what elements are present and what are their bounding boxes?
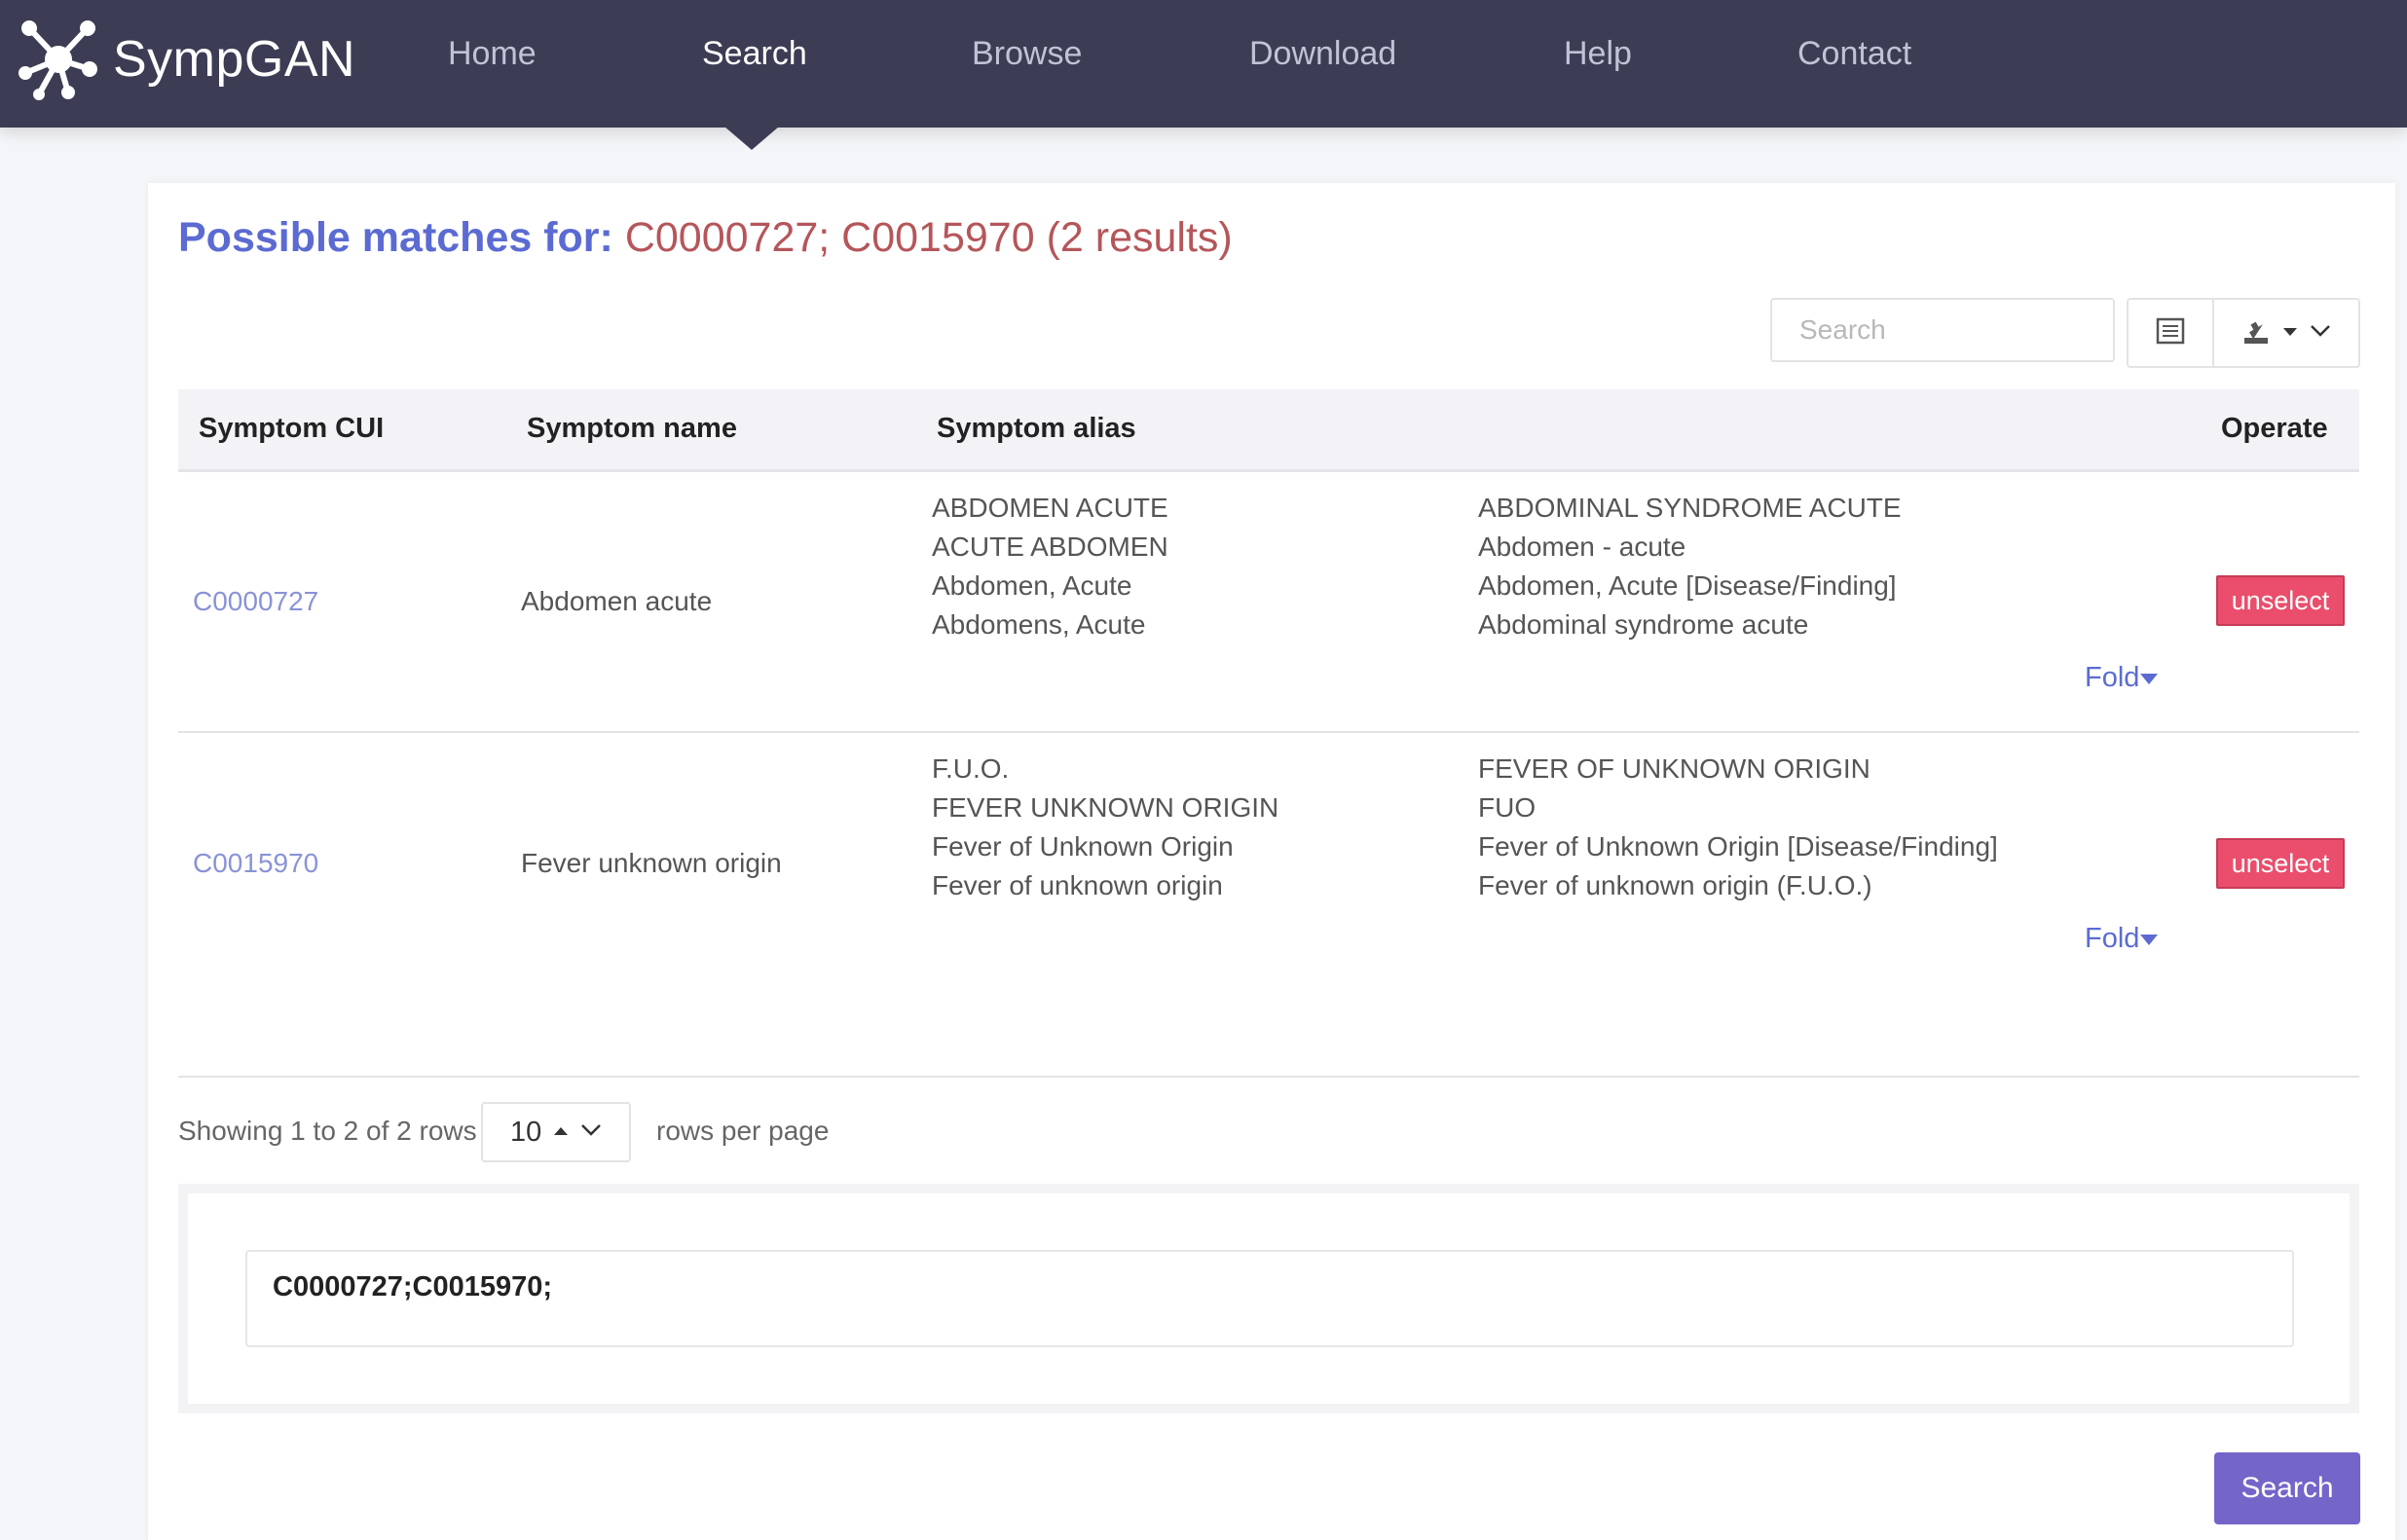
fold-toggle[interactable]: Fold bbox=[2085, 923, 2159, 955]
nav-download[interactable]: Download bbox=[1249, 35, 1396, 73]
table-bottom-divider bbox=[178, 1076, 2359, 1078]
caret-down-icon bbox=[2282, 324, 2298, 342]
fold-label: Fold bbox=[2085, 662, 2140, 693]
alias-item: ABDOMINAL SYNDROME ACUTE bbox=[1478, 493, 1902, 523]
alias-column-2: ABDOMINAL SYNDROME ACUTE Abdomen - acute… bbox=[1478, 489, 1902, 644]
alias-item: FUO bbox=[1478, 792, 1537, 823]
alias-column-1: F.U.O. FEVER UNKNOWN ORIGIN Fever of Unk… bbox=[932, 750, 1278, 905]
search-button[interactable]: Search bbox=[2214, 1452, 2360, 1524]
brand[interactable]: SympGAN bbox=[16, 16, 355, 103]
alias-item: Abdomen - acute bbox=[1478, 532, 1686, 562]
download-export-icon bbox=[2241, 316, 2271, 350]
alias-column-1: ABDOMEN ACUTE ACUTE ABDOMEN Abdomen, Acu… bbox=[932, 489, 1168, 644]
alias-item: ACUTE ABDOMEN bbox=[932, 532, 1168, 562]
fold-toggle[interactable]: Fold bbox=[2085, 662, 2159, 694]
alias-item: FEVER OF UNKNOWN ORIGIN bbox=[1478, 753, 1870, 784]
page-size-select[interactable]: 10 bbox=[481, 1102, 631, 1162]
title-query: C0000727; C0015970 (2 results) bbox=[624, 214, 1233, 261]
active-nav-indicator bbox=[724, 127, 779, 150]
alias-item: Fever of unknown origin (F.U.O.) bbox=[1478, 870, 1872, 900]
symptom-cui-link[interactable]: C0015970 bbox=[193, 848, 318, 879]
query-input[interactable]: C0000727;C0015970; bbox=[245, 1250, 2294, 1347]
list-view-icon bbox=[2156, 316, 2185, 350]
nav-search[interactable]: Search bbox=[702, 35, 807, 73]
toggle-view-button[interactable] bbox=[2129, 300, 2214, 366]
unselect-button[interactable]: unselect bbox=[2216, 575, 2345, 626]
nav-help[interactable]: Help bbox=[1564, 35, 1632, 73]
symptom-name: Abdomen acute bbox=[521, 586, 713, 616]
table-header: Symptom CUI Symptom name Symptom alias O… bbox=[178, 389, 2359, 472]
rows-per-page-label: rows per page bbox=[656, 1116, 830, 1146]
chevron-down-icon bbox=[580, 1123, 602, 1142]
pagination-summary: Showing 1 to 2 of 2 rows bbox=[178, 1116, 477, 1146]
header-symptom-cui[interactable]: Symptom CUI bbox=[199, 413, 384, 445]
table-search-input[interactable] bbox=[1770, 298, 2115, 362]
table-toolbar-buttons bbox=[2127, 298, 2360, 368]
fold-label: Fold bbox=[2085, 923, 2140, 954]
alias-item: Abdomen, Acute [Disease/Finding] bbox=[1478, 570, 1897, 601]
alias-item: Fever of Unknown Origin bbox=[932, 831, 1234, 862]
page-title: Possible matches for: C0000727; C0015970… bbox=[178, 214, 1233, 262]
export-dropdown-button[interactable] bbox=[2214, 300, 2358, 366]
alias-item: F.U.O. bbox=[932, 753, 1010, 784]
alias-item: ABDOMEN ACUTE bbox=[932, 493, 1168, 523]
nav-contact[interactable]: Contact bbox=[1797, 35, 1911, 73]
alias-item: Fever of unknown origin bbox=[932, 870, 1223, 900]
molecule-network-icon bbox=[16, 15, 101, 105]
caret-down-icon bbox=[2140, 673, 2159, 684]
brand-name: SympGAN bbox=[113, 31, 356, 88]
nav-home[interactable]: Home bbox=[448, 35, 537, 73]
header-operate: Operate bbox=[2221, 413, 2328, 444]
page-size-value: 10 bbox=[510, 1116, 542, 1148]
symptom-name: Fever unknown origin bbox=[521, 848, 782, 878]
top-navbar: SympGAN Home Search Browse Download Help… bbox=[0, 0, 2407, 128]
alias-item: Abdomen, Acute bbox=[932, 570, 1132, 601]
alias-item: Abdomens, Acute bbox=[932, 609, 1146, 640]
chevron-down-icon bbox=[2310, 324, 2331, 343]
row-divider bbox=[178, 731, 2359, 733]
nav-browse[interactable]: Browse bbox=[972, 35, 1082, 73]
alias-item: Fever of Unknown Origin [Disease/Finding… bbox=[1478, 831, 1998, 862]
header-symptom-alias[interactable]: Symptom alias bbox=[937, 413, 1136, 445]
alias-item: Abdominal syndrome acute bbox=[1478, 609, 1809, 640]
alias-column-2: FEVER OF UNKNOWN ORIGIN FUO Fever of Unk… bbox=[1478, 750, 1998, 905]
caret-up-icon bbox=[553, 1123, 569, 1141]
unselect-button[interactable]: unselect bbox=[2216, 838, 2345, 889]
alias-item: FEVER UNKNOWN ORIGIN bbox=[932, 792, 1279, 823]
symptom-cui-link[interactable]: C0000727 bbox=[193, 586, 318, 617]
title-label: Possible matches for: bbox=[178, 214, 613, 261]
header-symptom-name[interactable]: Symptom name bbox=[527, 413, 737, 445]
caret-down-icon bbox=[2140, 934, 2159, 945]
